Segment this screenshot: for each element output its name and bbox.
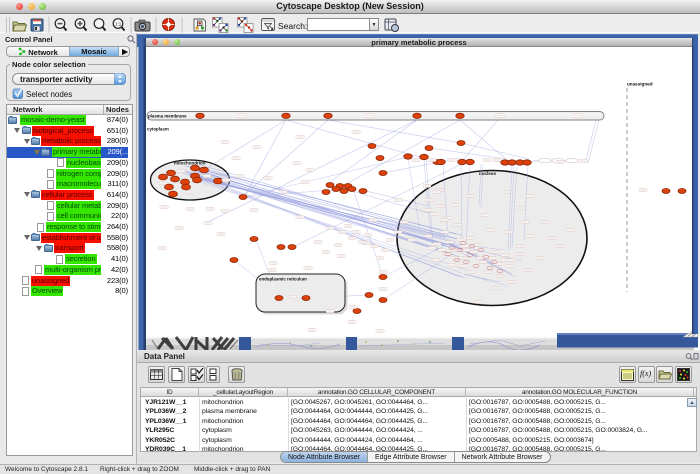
svg-text:endoplasmic reticulum: endoplasmic reticulum — [259, 277, 307, 282]
svg-text:plasma membrane: plasma membrane — [148, 114, 187, 119]
svg-text:unassigned: unassigned — [627, 82, 653, 87]
svg-text:cytoplasm: cytoplasm — [147, 127, 169, 132]
svg-text:nucleus: nucleus — [479, 171, 497, 176]
svg-text:1:1: 1:1 — [115, 22, 122, 27]
